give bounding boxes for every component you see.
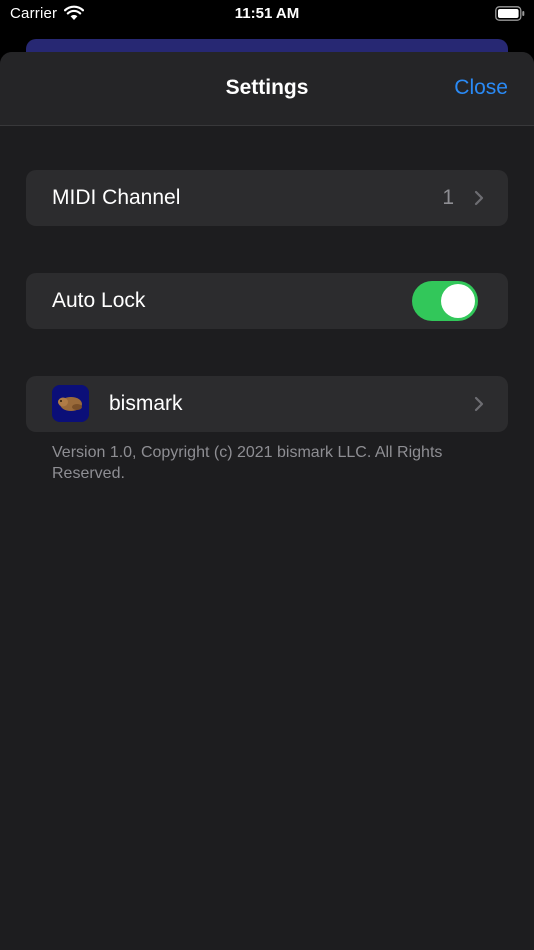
version-copyright-text: Version 1.0, Copyright (c) 2021 bismark … (52, 444, 443, 482)
dog-icon (52, 385, 89, 422)
about-row[interactable]: bismark (26, 376, 508, 432)
auto-lock-label: Auto Lock (52, 289, 146, 312)
chevron-right-icon (474, 396, 484, 412)
midi-channel-label: MIDI Channel (52, 186, 181, 209)
settings-sheet: Settings Close MIDI Channel 1 Auto Lock … (0, 52, 534, 950)
close-button[interactable]: Close (454, 76, 508, 100)
midi-channel-row[interactable]: MIDI Channel 1 (26, 170, 508, 226)
auto-lock-toggle[interactable] (412, 281, 478, 321)
auto-lock-row: Auto Lock (26, 273, 508, 329)
battery-icon (495, 6, 525, 21)
chevron-right-icon (474, 190, 484, 206)
status-time: 11:51 AM (234, 5, 300, 22)
bismark-app-icon (52, 385, 89, 422)
nav-bar: Settings Close (0, 52, 534, 126)
about-label: bismark (109, 392, 183, 415)
toggle-knob (441, 284, 475, 318)
midi-channel-value: 1 (442, 186, 454, 209)
status-bar: Carrier 11:51 AM (0, 0, 534, 30)
